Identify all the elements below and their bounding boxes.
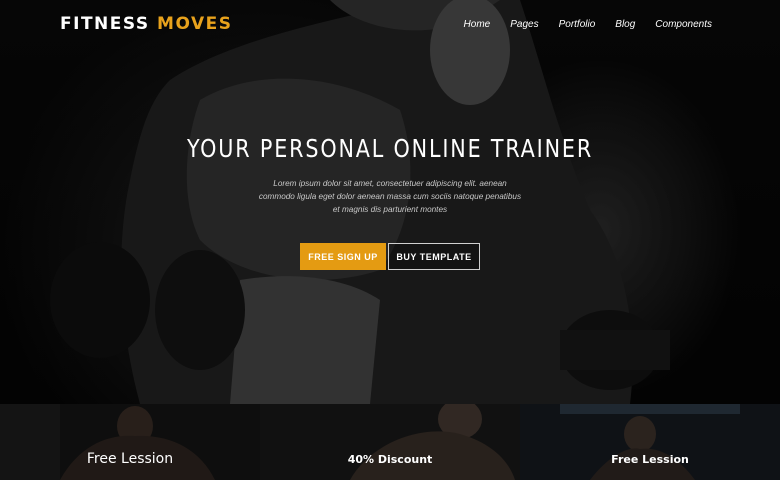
feature-card[interactable]: Free Lession [0,404,260,480]
card-title: 40% Discount [347,453,433,466]
feature-card[interactable]: 40% Discount [260,404,520,480]
hero-description: Lorem ipsum dolor sit amet, consectetuer… [258,179,522,214]
main-nav: Home Pages Portfolio Blog Components [464,19,712,30]
card-background-image [260,404,520,480]
nav-item-portfolio[interactable]: Portfolio [559,19,596,30]
card-background-image [520,404,780,480]
nav-item-pages[interactable]: Pages [510,19,538,30]
brand-name-part1: FITNESS [60,14,158,34]
free-sign-up-button[interactable]: FREE SIGN UP [300,243,386,270]
nav-item-components[interactable]: Components [655,19,712,30]
brand-name-part2: MOVES [157,14,233,34]
feature-card[interactable]: Free Lession [520,404,780,480]
brand-logo[interactable]: FITNESS MOVES [60,14,232,34]
nav-item-blog[interactable]: Blog [615,19,635,30]
nav-item-home[interactable]: Home [464,19,491,30]
card-title: Free Lession [86,451,174,467]
hero-title: YOUR PERSONAL ONLINE TRAINER [186,134,594,163]
card-background-image [0,404,260,480]
card-title: Free Lession [611,453,689,466]
feature-cards: Free Lession 40% Discount Free Lession [0,404,780,480]
buy-template-button[interactable]: BUY TEMPLATE [388,243,480,270]
